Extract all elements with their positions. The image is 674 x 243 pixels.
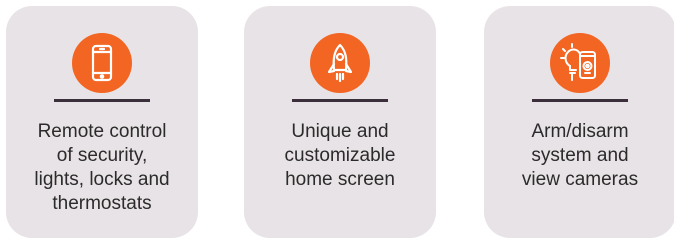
feature-card-remote-control: Remote control of security, lights, lock… [6,6,198,238]
feature-card-arm-disarm: Arm/disarm system and view cameras [484,6,674,238]
lightbulb-phone-camera-icon [550,33,610,93]
card-divider [292,99,388,102]
feature-label: Remote control of security, lights, lock… [34,121,170,214]
card-divider [54,99,150,102]
rocket-icon [310,33,370,93]
feature-label: Unique and customizable home screen [284,121,396,190]
feature-card-home-screen: Unique and customizable home screen [244,6,436,238]
smartphone-icon [72,33,132,93]
card-divider [532,99,628,102]
feature-label: Arm/disarm system and view cameras [521,121,639,190]
